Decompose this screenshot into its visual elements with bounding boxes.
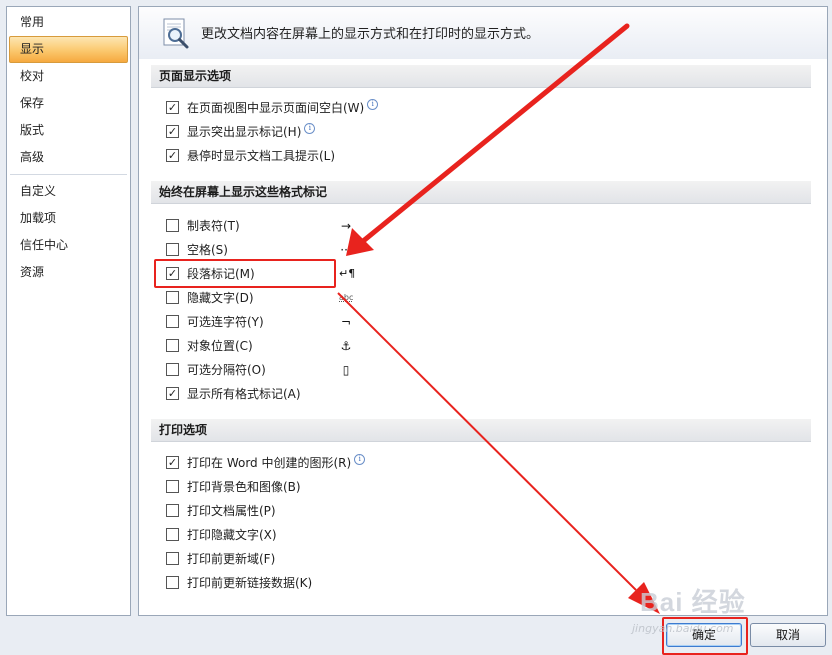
option-show-tooltips[interactable]: ✓ 悬停时显示文档工具提示(L) — [166, 147, 335, 165]
checkbox-print-properties[interactable] — [166, 504, 179, 517]
checkbox-show-highlighter[interactable]: ✓ — [166, 125, 179, 138]
option-label: 打印前更新域(F) — [187, 552, 276, 566]
nav-item-display[interactable]: 显示 — [9, 36, 128, 63]
option-update-fields[interactable]: 打印前更新域(F) — [166, 550, 275, 568]
panel-header: 更改文档内容在屏幕上的显示方式和在打印时的显示方式。 — [139, 7, 827, 59]
option-print-drawings[interactable]: ✓ 打印在 Word 中创建的图形(R) i — [166, 454, 366, 472]
option-optional-hyphens[interactable]: 可选连字符(Y) ¬ — [166, 313, 351, 331]
checkbox-hidden-text[interactable] — [166, 291, 179, 304]
option-tab-characters[interactable]: 制表符(T) → — [166, 217, 351, 235]
option-label: 空格(S) — [187, 243, 228, 257]
panel-description: 更改文档内容在屏幕上的显示方式和在打印时的显示方式。 — [201, 27, 540, 42]
checkbox-optional-hyphens[interactable] — [166, 315, 179, 328]
checkbox-print-background[interactable] — [166, 480, 179, 493]
paragraph-mark-icon: ↵¶ — [339, 267, 356, 280]
option-spaces[interactable]: 空格(S) ··· — [166, 241, 352, 259]
options-nav-pane: 常用 显示 校对 保存 版式 高级 自定义 加载项 信任中心 资源 — [6, 6, 131, 616]
checkbox-tab-characters[interactable] — [166, 219, 179, 232]
watermark-url: jingyan.baidu.com — [632, 622, 734, 635]
display-options-panel: 更改文档内容在屏幕上的显示方式和在打印时的显示方式。 页面显示选项 ✓ 在页面视图… — [138, 6, 828, 616]
option-update-links[interactable]: 打印前更新链接数据(K) — [166, 574, 312, 592]
option-label: 可选连字符(Y) — [187, 315, 264, 329]
space-mark-icon: ··· — [340, 243, 352, 257]
checkbox-optional-breaks[interactable] — [166, 363, 179, 376]
nav-item-resources[interactable]: 资源 — [7, 259, 130, 286]
baidu-jingyan-watermark: Bai 经验 jingyan.baidu.com — [632, 582, 790, 642]
option-label: 在页面视图中显示页面间空白(W) — [187, 101, 365, 115]
checkbox-show-all-marks[interactable]: ✓ — [166, 387, 179, 400]
option-object-anchors[interactable]: 对象位置(C) ⚓ — [166, 337, 351, 355]
anchor-icon: ⚓ — [340, 339, 352, 353]
checkbox-show-tooltips[interactable]: ✓ — [166, 149, 179, 162]
nav-item-addins[interactable]: 加载项 — [7, 205, 130, 232]
info-icon: i — [304, 123, 316, 134]
option-show-highlighter[interactable]: ✓ 显示突出显示标记(H) i — [166, 123, 316, 141]
info-icon: i — [354, 454, 366, 465]
annotation-highlight-paragraph-marks — [154, 259, 336, 288]
nav-item-customize[interactable]: 自定义 — [7, 178, 130, 205]
checkbox-update-fields[interactable] — [166, 552, 179, 565]
option-label: 打印在 Word 中创建的图形(R) — [187, 456, 352, 470]
magnifier-document-icon — [163, 18, 189, 49]
option-show-all-marks[interactable]: ✓ 显示所有格式标记(A) — [166, 385, 301, 403]
option-label: 显示突出显示标记(H) — [187, 125, 302, 139]
checkbox-spaces[interactable] — [166, 243, 179, 256]
option-print-hidden-text[interactable]: 打印隐藏文字(X) — [166, 526, 277, 544]
nav-item-general[interactable]: 常用 — [7, 9, 130, 36]
section-format-marks-title: 始终在屏幕上显示这些格式标记 — [151, 181, 811, 204]
checkbox-object-anchors[interactable] — [166, 339, 179, 352]
nav-item-proofing[interactable]: 校对 — [7, 63, 130, 90]
option-print-background[interactable]: 打印背景色和图像(B) — [166, 478, 301, 496]
option-label: 可选分隔符(O) — [187, 363, 266, 377]
checkbox-update-links[interactable] — [166, 576, 179, 589]
tab-mark-icon: → — [340, 219, 352, 233]
watermark-brand: Bai 经验 — [640, 587, 746, 617]
option-hidden-text[interactable]: 隐藏文字(D) abc — [166, 289, 353, 307]
nav-item-typography[interactable]: 版式 — [7, 117, 130, 144]
nav-item-trust-center[interactable]: 信任中心 — [7, 232, 130, 259]
option-show-whitespace[interactable]: ✓ 在页面视图中显示页面间空白(W) i — [166, 99, 379, 117]
info-icon: i — [367, 99, 379, 110]
hyphen-mark-icon: ¬ — [340, 315, 352, 329]
optional-break-icon: ▯ — [342, 363, 350, 377]
option-label: 打印隐藏文字(X) — [187, 528, 277, 542]
option-label: 悬停时显示文档工具提示(L) — [187, 149, 336, 163]
option-label: 打印文档属性(P) — [187, 504, 276, 518]
checkbox-print-hidden-text[interactable] — [166, 528, 179, 541]
section-print-title: 打印选项 — [151, 419, 811, 442]
hidden-text-mark-icon: abc — [339, 293, 354, 302]
option-print-properties[interactable]: 打印文档属性(P) — [166, 502, 276, 520]
option-optional-breaks[interactable]: 可选分隔符(O) ▯ — [166, 361, 349, 379]
checkbox-show-whitespace[interactable]: ✓ — [166, 101, 179, 114]
option-label: 打印背景色和图像(B) — [187, 480, 301, 494]
option-label: 制表符(T) — [187, 219, 240, 233]
nav-item-save[interactable]: 保存 — [7, 90, 130, 117]
nav-divider — [10, 174, 127, 175]
option-label: 隐藏文字(D) — [187, 291, 254, 305]
section-page-display-title: 页面显示选项 — [151, 65, 811, 88]
nav-item-advanced[interactable]: 高级 — [7, 144, 130, 171]
option-label: 打印前更新链接数据(K) — [187, 576, 313, 590]
option-label: 显示所有格式标记(A) — [187, 387, 301, 401]
checkbox-print-drawings[interactable]: ✓ — [166, 456, 179, 469]
option-label: 对象位置(C) — [187, 339, 253, 353]
